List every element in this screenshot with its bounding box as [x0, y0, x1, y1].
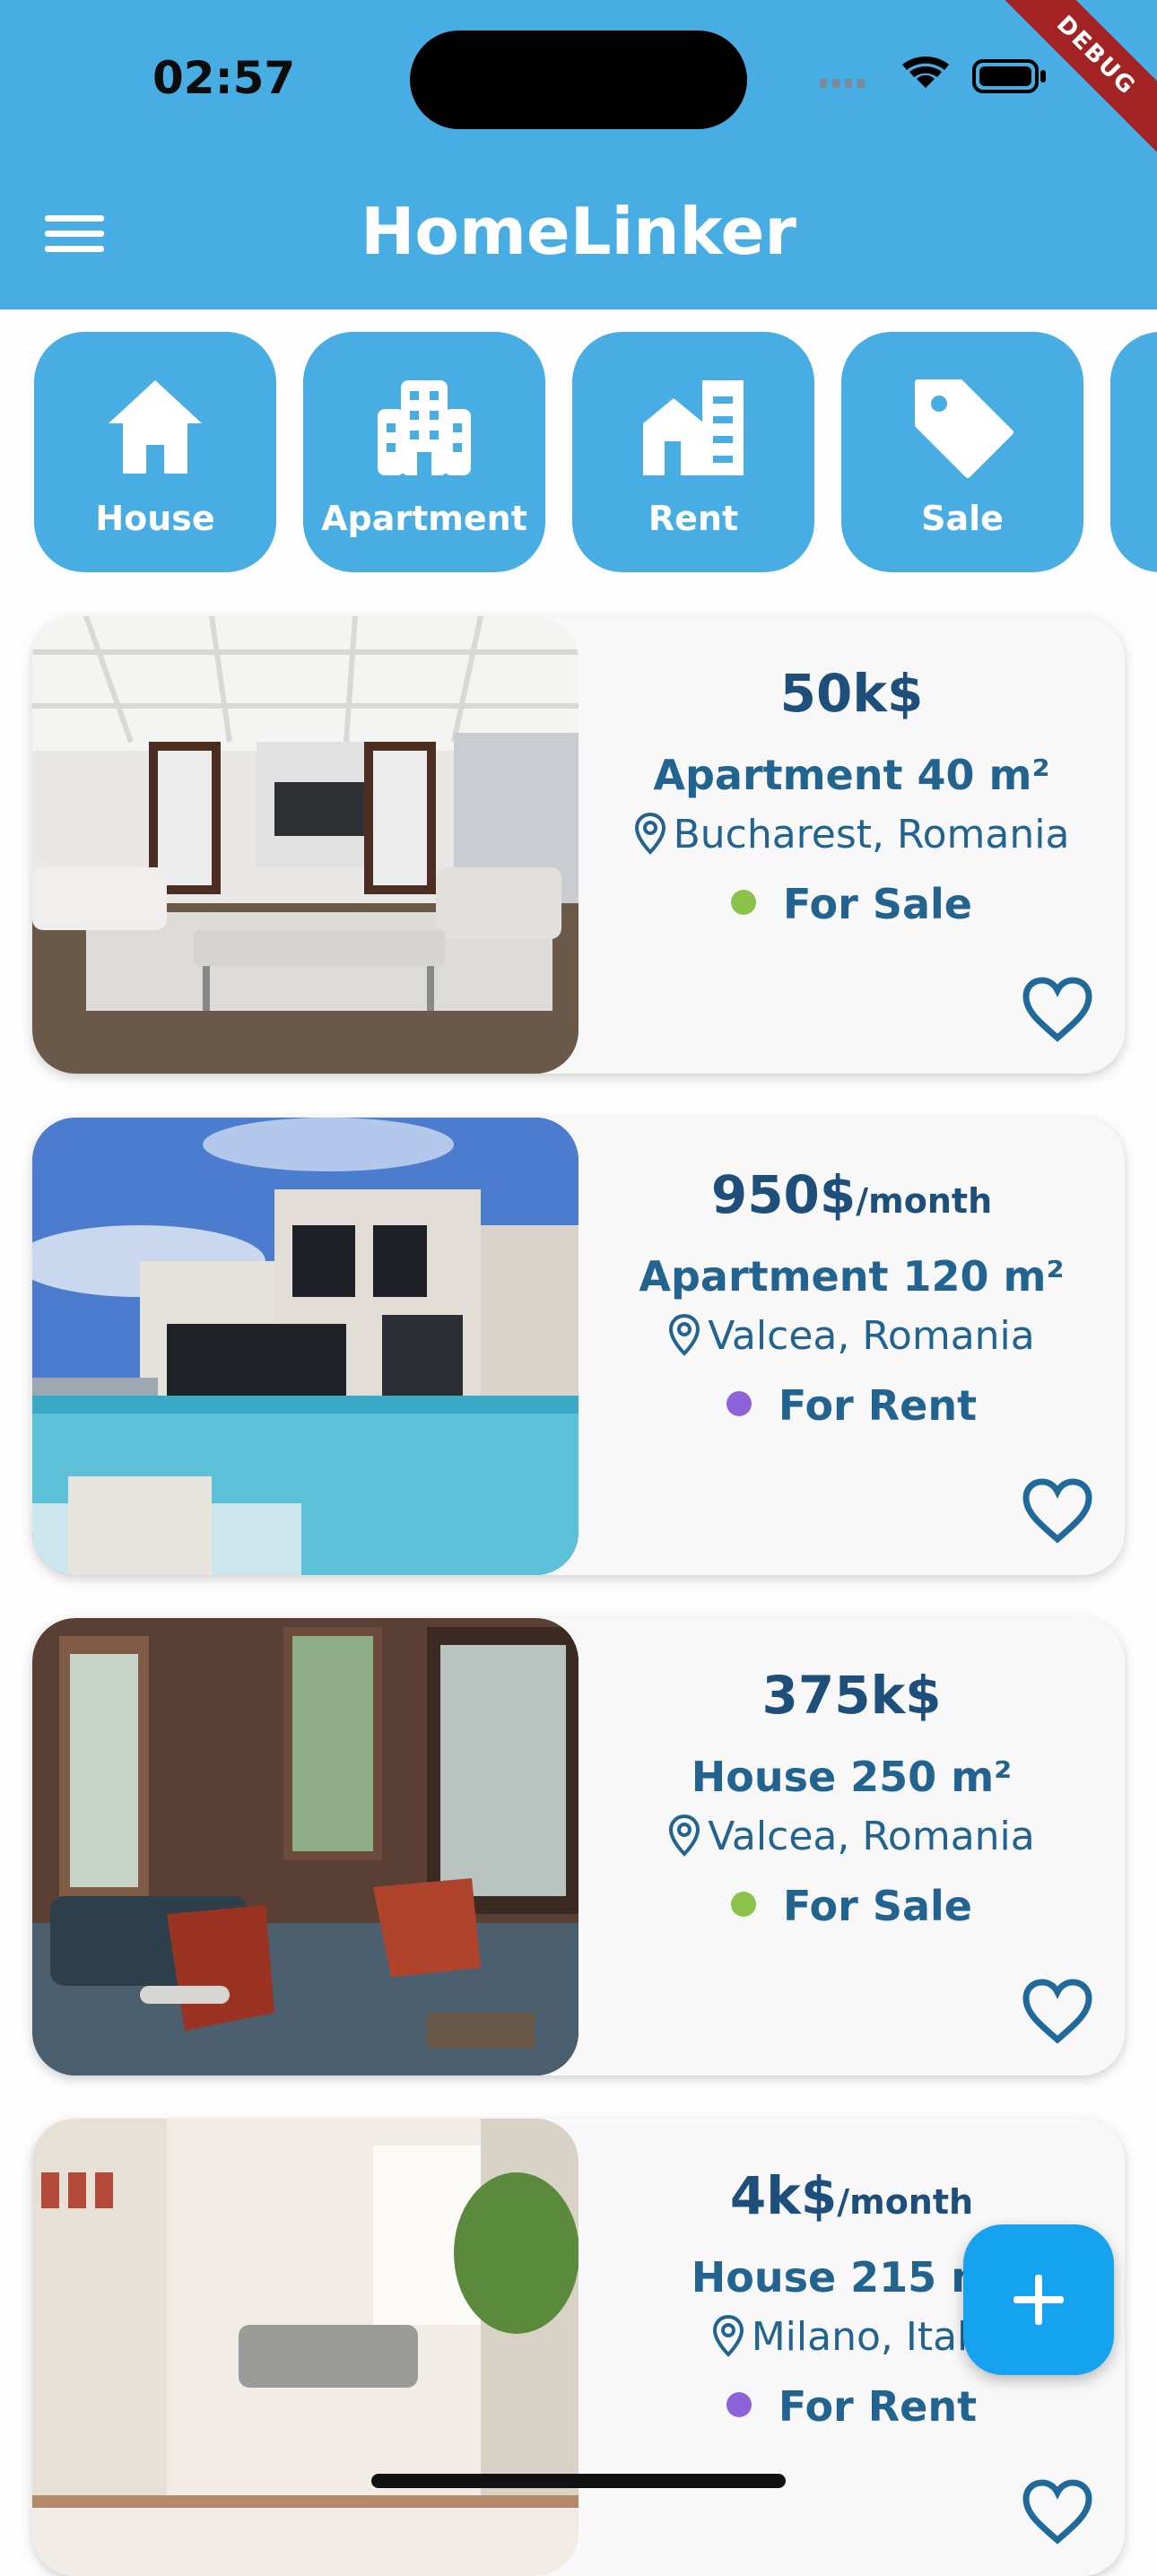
- category-label: House: [95, 499, 215, 538]
- home-indicator[interactable]: [371, 2474, 786, 2488]
- location-pin-icon: [712, 2314, 744, 2357]
- listing-photo: [32, 1118, 578, 1575]
- listing-info: 375k$ House 250 m² Valcea, Romania For S…: [578, 1618, 1125, 2076]
- favorite-heart-icon[interactable]: [1021, 975, 1094, 1043]
- category-sale[interactable]: Sale: [841, 332, 1083, 572]
- listing-status: For Sale: [578, 1882, 1125, 1930]
- battery-icon: [972, 59, 1046, 93]
- listing-location: Valcea, Romania: [578, 1313, 1125, 1359]
- listing-type: Apartment 120 m²: [639, 1252, 1065, 1301]
- status-time: 02:57: [152, 52, 296, 104]
- status-dot: [731, 1892, 756, 1917]
- listing-type: Apartment 40 m²: [653, 751, 1050, 799]
- listing-info: 50k$ Apartment 40 m² Bucharest, Romania …: [578, 616, 1125, 1074]
- listing-card[interactable]: 950$/month Apartment 120 m² Valcea, Roma…: [32, 1118, 1125, 1575]
- listing-status: For Rent: [578, 1381, 1125, 1430]
- location-pin-icon: [669, 1313, 700, 1356]
- location-pin-icon: [669, 1814, 700, 1857]
- listing-status: For Sale: [578, 880, 1125, 928]
- listing-status: For Rent: [578, 2382, 1125, 2431]
- category-house[interactable]: House: [34, 332, 276, 572]
- favorite-heart-icon[interactable]: [1021, 1476, 1094, 1545]
- listing-photo: [32, 1618, 578, 2076]
- listing-type: House 250 m²: [691, 1753, 1013, 1801]
- category-label: Apartment: [321, 499, 527, 538]
- status-dot: [726, 1391, 752, 1416]
- listing-price: 950$/month: [710, 1164, 993, 1225]
- listing-location: Valcea, Romania: [578, 1814, 1125, 1859]
- listing-card[interactable]: 50k$ Apartment 40 m² Bucharest, Romania …: [32, 616, 1125, 1074]
- app-bar: 02:57 DEBUG HomeLinker: [0, 0, 1157, 309]
- wifi-icon: [902, 56, 949, 88]
- listing-price: 4k$/month: [729, 2165, 974, 2226]
- cellular-signal-icon: [820, 79, 865, 88]
- location-pin-icon: [634, 812, 665, 855]
- status-dot: [726, 2392, 752, 2417]
- listing-location: Bucharest, Romania: [578, 812, 1125, 857]
- favorite-heart-icon[interactable]: [1021, 1977, 1094, 2045]
- listing-card[interactable]: 375k$ House 250 m² Valcea, Romania For S…: [32, 1618, 1125, 2076]
- price-tag-icon: [915, 379, 1013, 478]
- category-rent[interactable]: Rent: [572, 332, 814, 572]
- plus-icon: [1013, 2275, 1064, 2325]
- category-apartment[interactable]: Apartment: [303, 332, 545, 572]
- category-label: Rent: [648, 499, 739, 538]
- listing-price: 375k$: [761, 1665, 942, 1726]
- add-listing-button[interactable]: [963, 2224, 1114, 2375]
- favorite-heart-icon[interactable]: [1021, 2477, 1094, 2546]
- listing-photo: [32, 616, 578, 1074]
- dynamic-island: [410, 30, 747, 129]
- apartment-building-icon: [378, 380, 471, 475]
- listing-info: 950$/month Apartment 120 m² Valcea, Roma…: [578, 1118, 1125, 1575]
- category-list: House Apartment Rent Sale: [34, 332, 1157, 572]
- app-title: HomeLinker: [361, 194, 796, 269]
- listing-price: 50k$: [779, 663, 924, 724]
- house-icon: [109, 380, 202, 474]
- category-label: Sale: [921, 499, 1004, 538]
- status-dot: [731, 890, 756, 915]
- category-more[interactable]: [1110, 332, 1157, 572]
- status-icons: [820, 56, 1046, 93]
- rent-building-icon: [643, 380, 744, 475]
